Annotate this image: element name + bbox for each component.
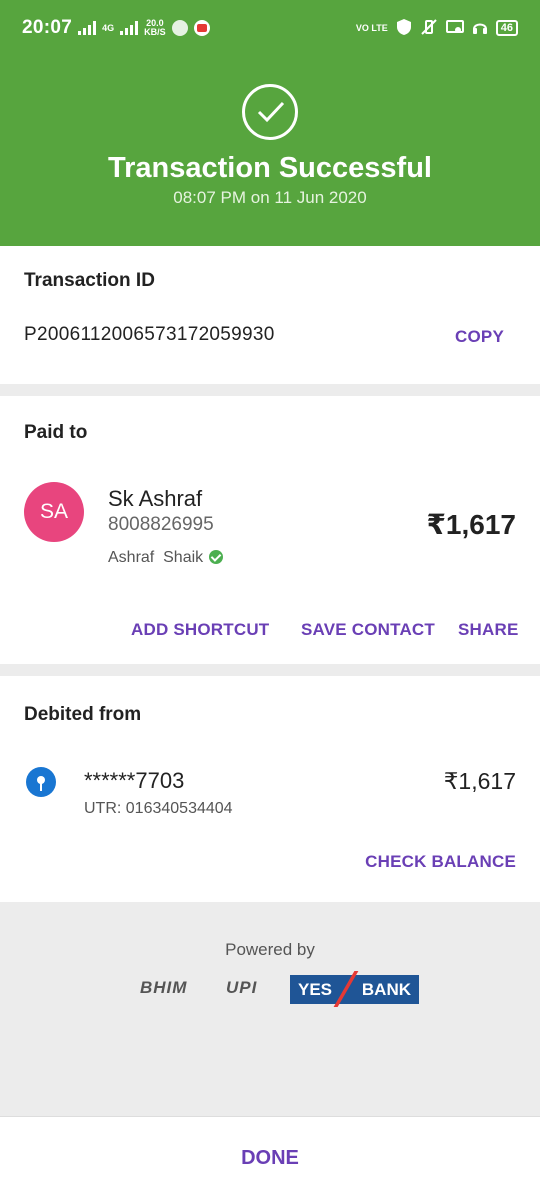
account-number: ******7703 xyxy=(84,768,185,793)
shield-icon xyxy=(396,18,412,39)
cast-off-icon xyxy=(445,19,464,38)
save-contact-button[interactable]: SAVE CONTACT xyxy=(301,620,435,640)
bank-logo-icon xyxy=(26,767,56,797)
footer: DONE xyxy=(0,1116,540,1200)
avatar: SA xyxy=(24,482,84,542)
utr-number: UTR: 016340534404 xyxy=(84,800,233,817)
payee-name: Sk Ashraf xyxy=(108,486,203,511)
signal-icon xyxy=(78,21,97,35)
bhim-logo: BHIM xyxy=(140,978,188,997)
yes-bank-logo: YES BANK xyxy=(290,971,419,1007)
signal-icon-2 xyxy=(120,21,139,35)
done-button[interactable]: DONE xyxy=(0,1147,540,1170)
copy-button[interactable]: COPY xyxy=(455,327,504,347)
transaction-id-value: P2006112006573172059930 xyxy=(24,324,275,345)
debited-amount: ₹1,617 xyxy=(443,768,516,794)
transaction-id-card: Transaction ID P2006112006573172059930 C… xyxy=(0,246,540,384)
debited-from-label: Debited from xyxy=(24,704,142,725)
debited-from-card: Debited from ******7703 UTR: 01634053440… xyxy=(0,676,540,902)
net-type: 4G xyxy=(102,22,115,33)
paid-to-card: Paid to SA Sk Ashraf 8008826995 Ashraf S… xyxy=(0,396,540,664)
check-balance-button[interactable]: CHECK BALANCE xyxy=(365,852,516,872)
paid-to-label: Paid to xyxy=(24,422,88,443)
app-notification-icon xyxy=(171,20,188,36)
status-bar: 20:07 4G 20.0 KB/S VO LTE 46 xyxy=(0,0,540,56)
success-header: Transaction Successful 08:07 PM on 11 Ju… xyxy=(0,56,540,246)
status-time: 20:07 xyxy=(22,17,73,38)
data-speed: 20.0 KB/S xyxy=(144,18,166,37)
page-title: Transaction Successful xyxy=(108,152,432,184)
payee-phone: 8008826995 xyxy=(108,514,214,535)
share-button[interactable]: SHARE xyxy=(458,620,519,640)
vibrate-icon xyxy=(420,18,438,38)
payee-bank-name: Ashraf Shaik xyxy=(108,549,224,567)
check-circle-icon xyxy=(242,84,298,140)
upi-logo: UPI xyxy=(226,978,258,997)
battery-icon: 46 xyxy=(495,20,518,36)
powered-by-text: Powered by xyxy=(225,940,315,959)
partner-logos: BHIM UPI YES BANK xyxy=(140,971,420,1012)
volte-indicator: VO LTE xyxy=(355,22,388,33)
paid-amount: ₹1,617 xyxy=(426,509,516,540)
transaction-id-label: Transaction ID xyxy=(24,270,155,291)
youtube-icon xyxy=(193,20,210,36)
add-shortcut-button[interactable]: ADD SHORTCUT xyxy=(131,620,269,640)
verified-icon xyxy=(209,550,224,564)
transaction-timestamp: 08:07 PM on 11 Jun 2020 xyxy=(173,188,367,207)
headset-icon xyxy=(472,19,488,38)
